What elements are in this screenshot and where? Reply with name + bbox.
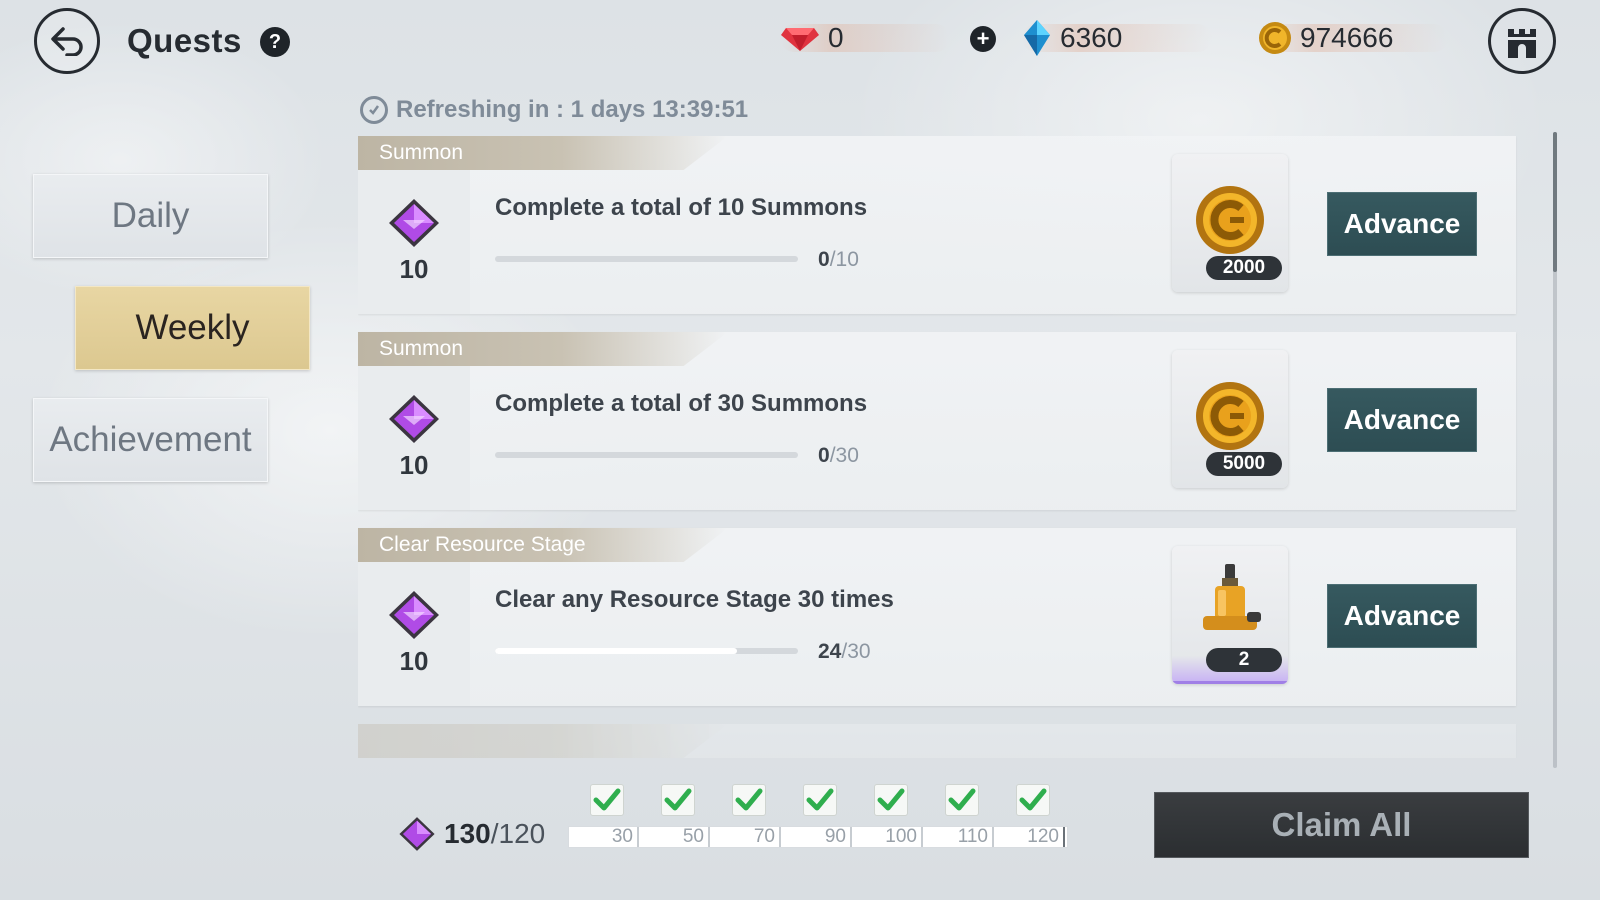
check-icon xyxy=(1016,784,1050,816)
milestone-label: 50 xyxy=(682,826,704,847)
milestone[interactable]: 30 xyxy=(568,784,639,848)
page-title: Quests xyxy=(127,22,242,59)
quest-reward[interactable]: 2000 xyxy=(1172,154,1288,292)
milestone-label: 120 xyxy=(1027,826,1059,847)
quest-progress-bar xyxy=(495,256,798,262)
tab-daily[interactable]: Daily xyxy=(33,174,268,258)
ruby-icon xyxy=(781,28,819,51)
ruby-currency: 0 xyxy=(780,16,950,60)
quest-reward[interactable]: 5000 xyxy=(1172,350,1288,488)
quest-points-value: 10 xyxy=(399,450,429,480)
advance-button[interactable]: Advance xyxy=(1327,584,1477,648)
reward-quantity: 5000 xyxy=(1206,452,1282,476)
milestone[interactable]: 100 xyxy=(852,784,923,848)
gold-currency: 974666 xyxy=(1258,16,1448,60)
quest-category: Summon xyxy=(358,136,728,170)
advance-button[interactable]: Advance xyxy=(1327,388,1477,452)
quest-title: Complete a total of 30 Summons xyxy=(495,390,868,417)
check-icon xyxy=(661,784,695,816)
milestone[interactable]: 70 xyxy=(710,784,781,848)
quest-progress-text: 24/30 xyxy=(818,640,871,663)
quest-reward[interactable]: 2 xyxy=(1172,546,1288,684)
claim-all-button[interactable]: Claim All xyxy=(1154,792,1529,858)
quest-title: Complete a total of 10 Summons xyxy=(495,194,868,221)
check-icon xyxy=(732,784,766,816)
refresh-text: Refreshing in : 1 days 13:39:51 xyxy=(396,96,749,123)
gem-count: 6360 xyxy=(1060,22,1123,53)
purple-gem-icon xyxy=(389,199,439,247)
quest-points-value: 10 xyxy=(399,254,429,284)
back-arrow-icon xyxy=(51,27,83,56)
quest-list-scrollbar[interactable] xyxy=(1553,132,1557,768)
quest-title: Clear any Resource Stage 30 times xyxy=(495,586,894,613)
milestone[interactable]: 50 xyxy=(639,784,710,848)
quest-progress-bar xyxy=(495,648,798,654)
quest-progress-text: 0/10 xyxy=(818,248,859,271)
advance-button[interactable]: Advance xyxy=(1327,192,1477,256)
scrollbar-thumb[interactable] xyxy=(1553,132,1557,272)
home-castle-button[interactable] xyxy=(1488,8,1556,74)
milestone-label: 70 xyxy=(753,826,775,847)
quest-card: Summon 10 Complete a total of 10 Summons… xyxy=(358,136,1516,314)
quest-card: Summon 10 Complete a total of 30 Summons… xyxy=(358,332,1516,510)
gem-currency: 6360 xyxy=(1022,16,1212,60)
purple-gem-icon xyxy=(399,817,435,851)
check-icon xyxy=(874,784,908,816)
castle-icon xyxy=(1508,29,1536,58)
quest-card-partial xyxy=(358,724,1516,758)
check-icon xyxy=(803,784,837,816)
milestone-label: 100 xyxy=(885,826,917,847)
milestone-label: 30 xyxy=(611,826,633,847)
check-icon xyxy=(590,784,624,816)
quest-category: Summon xyxy=(358,332,728,366)
quest-progress-bar xyxy=(495,452,798,458)
add-currency-icon[interactable]: + xyxy=(970,26,996,52)
purple-gem-icon xyxy=(389,395,439,443)
purple-gem-icon xyxy=(389,591,439,639)
gold-coin-icon xyxy=(1259,22,1291,54)
gold-coin-icon xyxy=(1196,186,1264,254)
tab-weekly[interactable]: Weekly xyxy=(75,286,310,370)
milestone-progress: 30 50 70 90 100 110 120 xyxy=(568,784,1068,848)
milestone-label: 90 xyxy=(824,826,846,847)
quest-points-value: 10 xyxy=(399,646,429,676)
gold-coin-icon xyxy=(1196,382,1264,450)
milestone[interactable]: 110 xyxy=(923,784,994,848)
back-button[interactable] xyxy=(34,8,100,74)
milestone[interactable]: 120 xyxy=(994,784,1065,848)
blue-crystal-icon xyxy=(1024,20,1050,56)
quest-points: 10 xyxy=(358,170,470,314)
tab-achievement[interactable]: Achievement xyxy=(33,398,268,482)
refresh-clock-icon xyxy=(360,96,388,124)
quest-progress-text: 0/30 xyxy=(818,444,859,467)
milestone-label: 110 xyxy=(957,826,988,847)
check-icon xyxy=(945,784,979,816)
refresh-timer: Refreshing in : 1 days 13:39:51 xyxy=(360,94,748,126)
reward-quantity: 2 xyxy=(1206,648,1282,672)
potion-bottle-icon xyxy=(1203,564,1261,630)
quest-points: 10 xyxy=(358,366,470,510)
gold-count: 974666 xyxy=(1300,22,1394,53)
quest-points: 10 xyxy=(358,562,470,706)
quest-category xyxy=(358,724,728,758)
ruby-count: 0 xyxy=(828,22,844,53)
quest-list[interactable]: Summon 10 Complete a total of 10 Summons… xyxy=(358,136,1518,758)
reward-quantity: 2000 xyxy=(1206,256,1282,280)
milestone[interactable]: 90 xyxy=(781,784,852,848)
help-icon[interactable]: ? xyxy=(260,27,290,57)
quest-card: Clear Resource Stage 10 Clear any Resour… xyxy=(358,528,1516,706)
weekly-points-total: 130/120 xyxy=(398,816,545,852)
quest-category: Clear Resource Stage xyxy=(358,528,728,562)
